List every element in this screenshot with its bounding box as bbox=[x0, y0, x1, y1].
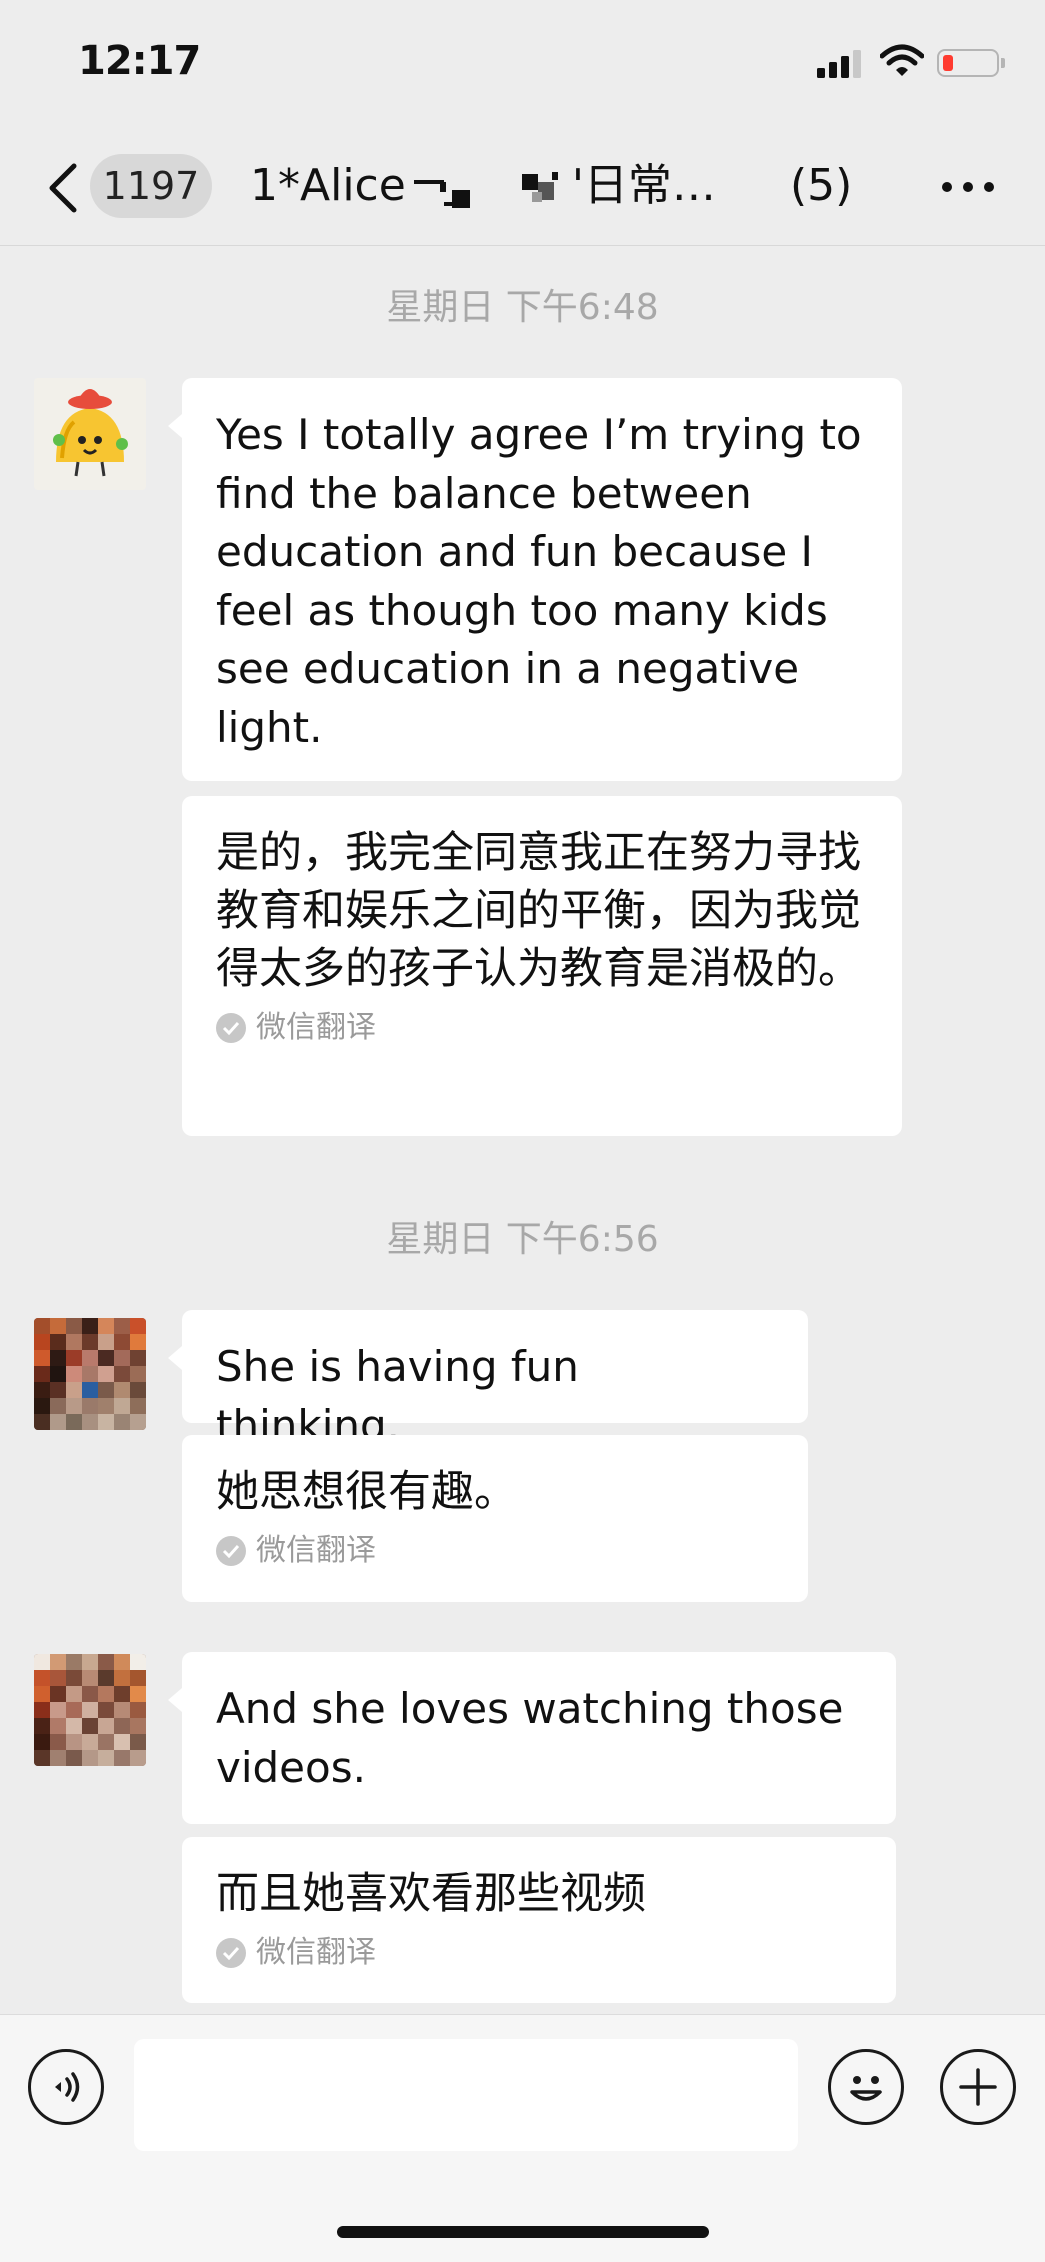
unread-count-badge[interactable]: 1197 bbox=[90, 154, 212, 218]
status-time: 12:17 bbox=[78, 38, 201, 84]
battery-cap bbox=[1001, 58, 1005, 68]
message-text: And she loves watching those videos. bbox=[216, 1684, 844, 1792]
emoji-face-icon bbox=[850, 2076, 882, 2101]
check-icon bbox=[216, 1938, 246, 1968]
chat-header: 1197 1*Alice '日常… (5) bbox=[0, 130, 1045, 246]
battery-icon bbox=[937, 49, 999, 77]
home-indicator[interactable] bbox=[337, 2226, 709, 2238]
check-icon bbox=[216, 1536, 246, 1566]
redacted-emoji-icon bbox=[521, 168, 568, 208]
sender-avatar-pixelated[interactable] bbox=[34, 1654, 146, 1766]
more-options-icon[interactable] bbox=[940, 180, 996, 194]
message-bubble[interactable]: Yes I totally agree I’m trying to find t… bbox=[168, 378, 902, 781]
message-input-bar bbox=[0, 2014, 1045, 2262]
back-chevron-icon[interactable] bbox=[44, 160, 84, 216]
wifi-icon bbox=[880, 44, 924, 76]
check-icon bbox=[216, 1013, 246, 1043]
translation-source-label: 微信翻译 bbox=[256, 1935, 376, 1970]
translation-source-label: 微信翻译 bbox=[256, 1533, 376, 1568]
taco-avatar-icon bbox=[53, 389, 128, 477]
sender-avatar-taco[interactable] bbox=[34, 378, 146, 490]
cellular-signal-icon bbox=[817, 50, 861, 78]
translation-text: 是的，我完全同意我正在努力寻找教育和娱乐之间的平衡，因为我觉得太多的孩子认为教育… bbox=[216, 828, 861, 994]
translation-source: 微信翻译 bbox=[216, 1933, 862, 1973]
plus-icon bbox=[959, 2068, 997, 2106]
more-functions-button[interactable] bbox=[940, 2049, 1016, 2125]
chat-title-suffix: '日常… bbox=[571, 160, 716, 211]
translation-source: 微信翻译 bbox=[216, 1531, 774, 1571]
message-text: Yes I totally agree I’m trying to find t… bbox=[216, 410, 862, 752]
translation-source-label: 微信翻译 bbox=[256, 1010, 376, 1045]
message-bubble[interactable]: And she loves watching those videos. bbox=[168, 1652, 896, 1824]
message-text: She is having fun thinking. bbox=[216, 1342, 579, 1450]
translation-bubble[interactable]: 她思想很有趣。 微信翻译 bbox=[182, 1435, 808, 1602]
translation-text: 她思想很有趣。 bbox=[216, 1467, 517, 1517]
pixelated-avatar-icon bbox=[34, 1654, 146, 1766]
pixelated-avatar-icon bbox=[34, 1318, 146, 1430]
message-text-input[interactable] bbox=[134, 2039, 798, 2151]
translation-bubble[interactable]: 是的，我完全同意我正在努力寻找教育和娱乐之间的平衡，因为我觉得太多的孩子认为教育… bbox=[182, 796, 902, 1136]
emoji-button[interactable] bbox=[828, 2049, 904, 2125]
message-bubble[interactable]: She is having fun thinking. bbox=[168, 1310, 808, 1450]
message-timestamp: 星期日 下午6:48 bbox=[386, 287, 659, 328]
member-count: (5) bbox=[790, 160, 853, 211]
redacted-name-icon bbox=[413, 168, 474, 208]
chat-title-prefix: 1*Alice bbox=[250, 160, 406, 211]
status-bar: 12:17 bbox=[0, 0, 1045, 130]
translation-bubble[interactable]: 而且她喜欢看那些视频 微信翻译 bbox=[182, 1837, 896, 2003]
translation-text: 而且她喜欢看那些视频 bbox=[216, 1869, 646, 1919]
chat-title[interactable]: 1*Alice '日常… bbox=[250, 154, 716, 218]
voice-icon bbox=[55, 2072, 80, 2102]
message-timestamp: 星期日 下午6:56 bbox=[386, 1219, 659, 1260]
translation-source: 微信翻译 bbox=[216, 1008, 868, 1048]
sender-avatar-pixelated[interactable] bbox=[34, 1318, 146, 1430]
voice-input-button[interactable] bbox=[28, 2049, 104, 2125]
